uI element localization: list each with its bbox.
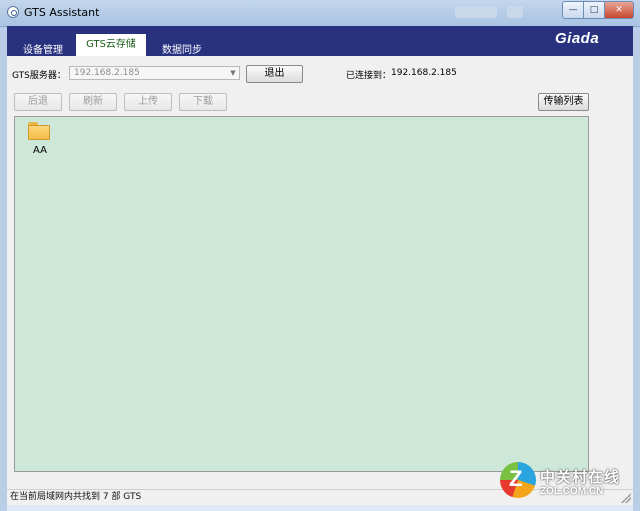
tab-gts-cloud-storage[interactable]: GTS云存储 — [76, 34, 146, 56]
folder-label: AA — [33, 145, 47, 156]
folder-icon — [28, 125, 50, 140]
back-button[interactable]: 后退 — [14, 93, 62, 111]
connected-value: 192.168.2.185 — [391, 68, 457, 78]
server-label: GTS服务器： — [12, 71, 66, 81]
window-frame-right — [633, 26, 640, 511]
main-panel: GTS服务器： 192.168.2.185 ▼ 退出 已连接到： 192.168… — [7, 56, 633, 489]
server-select[interactable]: 192.168.2.185 ▼ — [69, 66, 240, 80]
background-window-blur — [455, 6, 497, 18]
watermark-cn: 中关村在线 — [540, 468, 621, 486]
app-header: 设备管理 GTS云存储 数据同步 Giada — [7, 26, 633, 56]
list-item[interactable]: AA — [27, 121, 53, 159]
zol-logo-icon — [500, 462, 536, 498]
transfer-list-button[interactable]: 传输列表 — [538, 93, 589, 111]
minimize-button[interactable]: — — [562, 1, 584, 19]
background-window-blur — [507, 6, 523, 18]
server-select-value: 192.168.2.185 — [74, 68, 140, 78]
chevron-down-icon[interactable]: ▼ — [228, 68, 238, 78]
title-bar[interactable]: GTS Assistant — □ ✕ — [0, 0, 640, 27]
logout-button[interactable]: 退出 — [246, 65, 303, 83]
file-browser[interactable]: AA — [14, 116, 589, 472]
status-text: 在当前局域网内共找到 7 部 GTS — [10, 492, 142, 502]
giada-logo: Giada — [555, 30, 600, 47]
tab-data-sync[interactable]: 数据同步 — [162, 41, 202, 56]
close-button[interactable]: ✕ — [604, 1, 634, 19]
zol-watermark: 中关村在线 ZOL.COM.CN — [500, 462, 636, 502]
watermark-en: ZOL.COM.CN — [540, 486, 604, 497]
tab-device-management[interactable]: 设备管理 — [23, 41, 63, 56]
window-frame-left — [0, 26, 7, 511]
connected-label: 已连接到： — [346, 71, 392, 81]
download-button[interactable]: 下载 — [179, 93, 227, 111]
window-title: GTS Assistant — [24, 6, 100, 19]
upload-button[interactable]: 上传 — [124, 93, 172, 111]
maximize-button[interactable]: □ — [583, 1, 605, 19]
app-icon — [7, 6, 19, 18]
refresh-button[interactable]: 刷新 — [69, 93, 117, 111]
